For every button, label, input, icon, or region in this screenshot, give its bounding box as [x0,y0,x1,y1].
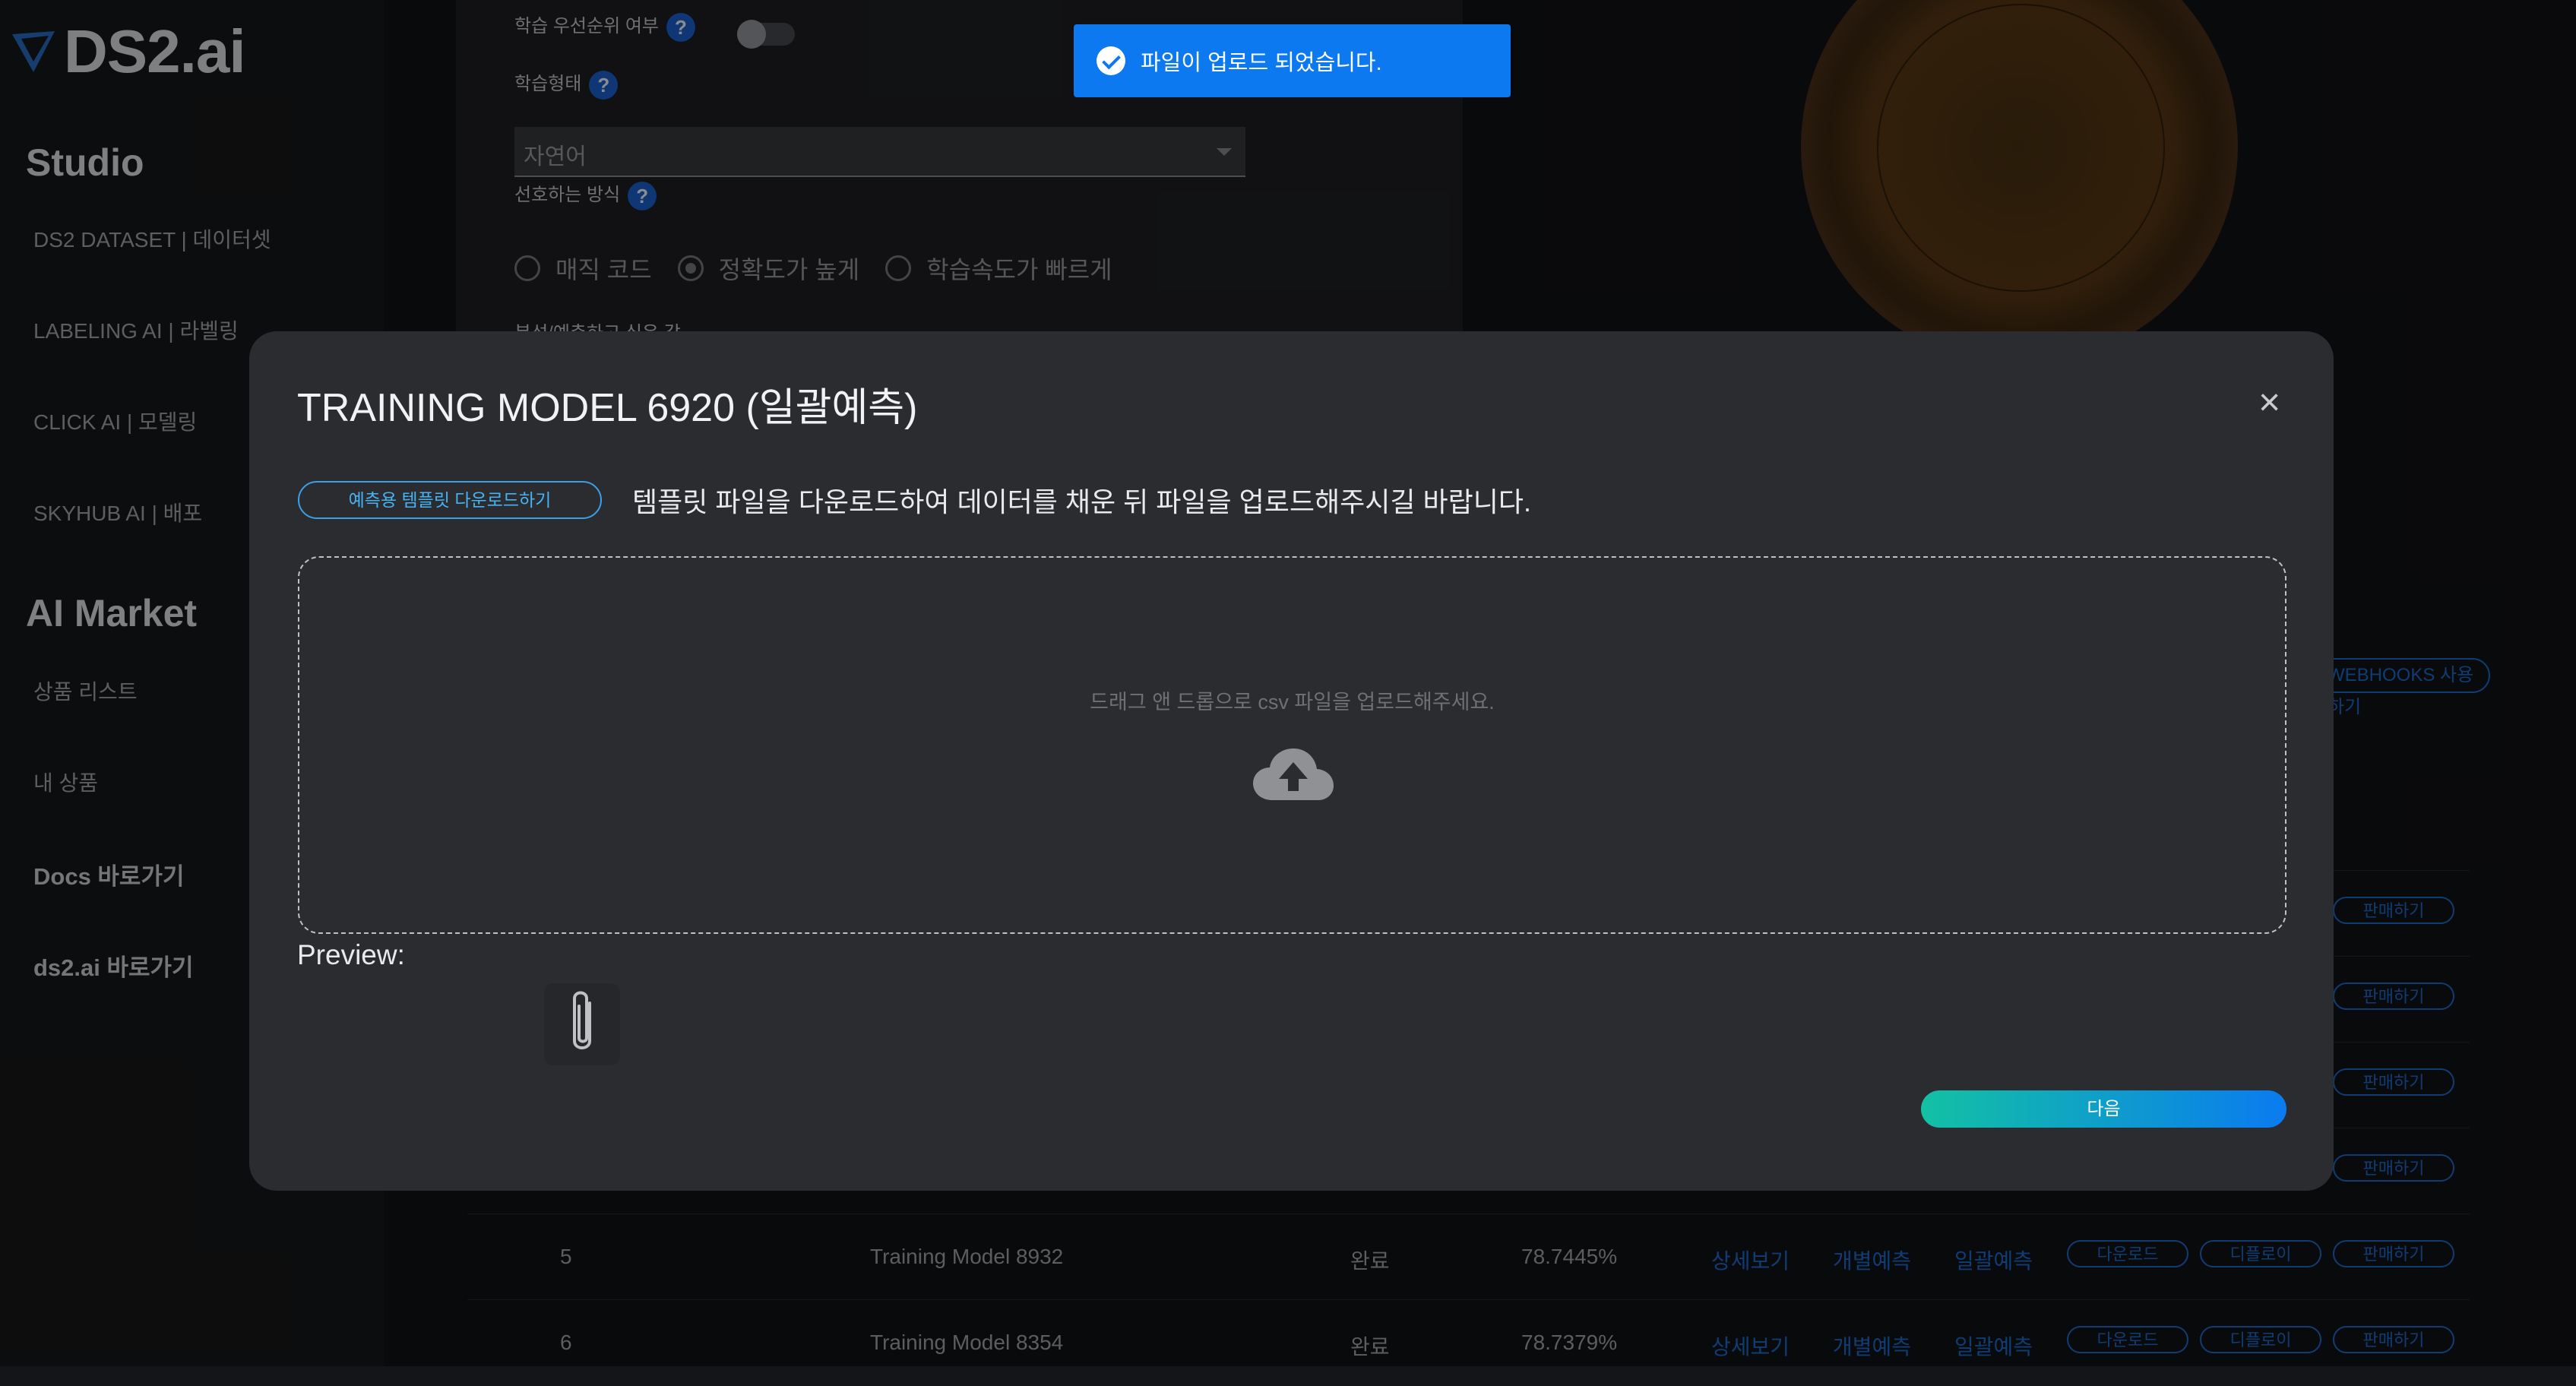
dropzone-hint: 드래그 앤 드롭으로 csv 파일을 업로드해주세요. [1090,691,1495,714]
preview-label: Preview: [297,939,405,970]
upload-success-toast: 파일이 업로드 되었습니다. [1074,24,1511,97]
upload-instruction: 템플릿 파일을 다운로드하여 데이터를 채운 뒤 파일을 업로드해주시길 바랍니… [632,486,1531,517]
attached-file-thumb[interactable] [544,983,620,1065]
csv-dropzone[interactable]: 드래그 앤 드롭으로 csv 파일을 업로드해주세요. [298,556,2286,934]
cloud-upload-icon [1253,748,1334,800]
batch-predict-modal: TRAINING MODEL 6920 (일괄예측) × 예측용 템플릿 다운로… [249,331,2334,1191]
check-circle-icon [1097,46,1125,75]
paperclip-icon [573,991,591,1049]
close-icon[interactable]: × [2258,383,2280,421]
modal-title: TRAINING MODEL 6920 (일괄예측) [297,386,918,430]
toast-message: 파일이 업로드 되었습니다. [1141,51,1382,75]
next-button[interactable]: 다음 [1921,1090,2286,1128]
template-download-button[interactable]: 예측용 템플릿 다운로드하기 [298,481,602,519]
